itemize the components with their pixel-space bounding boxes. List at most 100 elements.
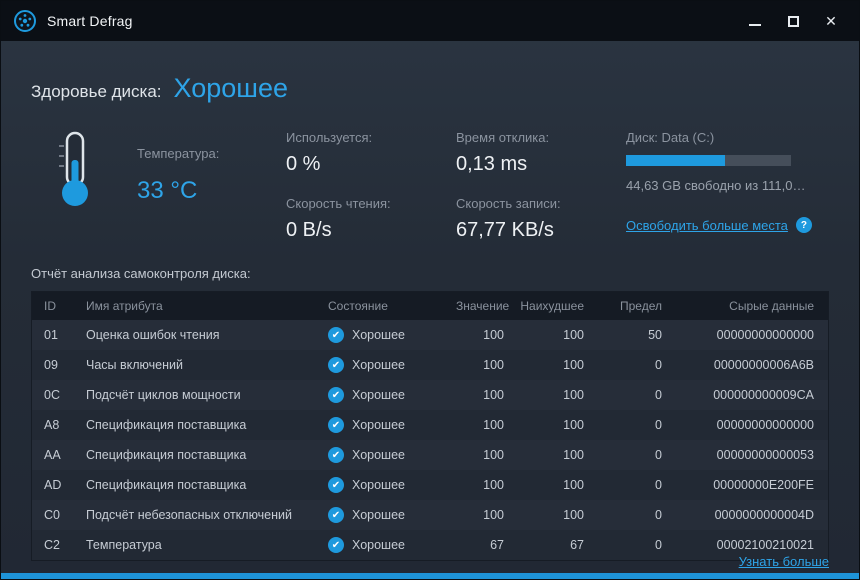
main-content: Здоровье диска: Хорошее Температура: 33 … xyxy=(1,41,859,579)
app-logo-icon xyxy=(13,9,37,33)
maximize-button[interactable] xyxy=(777,8,809,34)
disk-health-label: Здоровье диска: xyxy=(31,82,162,101)
window-controls: ✕ xyxy=(739,8,847,34)
minimize-icon xyxy=(749,24,761,26)
stat-write-speed: Скорость записи: 67,77 KB/s xyxy=(456,196,626,242)
cell-value: 100 xyxy=(483,418,504,432)
minimize-button[interactable] xyxy=(739,8,771,34)
stats-row: Температура: 33 °C Используется: 0 % Ско… xyxy=(31,130,829,242)
status-good-check-icon: ✔ xyxy=(328,327,344,343)
cell-raw-data: 00000000000000 xyxy=(716,328,814,342)
status-good-check-icon: ✔ xyxy=(328,447,344,463)
status-good-check-icon: ✔ xyxy=(328,387,344,403)
status-text: Хорошее xyxy=(352,418,405,432)
cell-threshold: 0 xyxy=(655,418,662,432)
status-text: Хорошее xyxy=(352,508,405,522)
status-text: Хорошее xyxy=(352,388,405,402)
status-good-check-icon: ✔ xyxy=(328,417,344,433)
cell-raw-data: 0000000000004D xyxy=(714,508,814,522)
smart-defrag-window: Smart Defrag ✕ Здоровье диска: Хорошее Т… xyxy=(0,0,860,580)
stat-response-time-label: Время отклика: xyxy=(456,130,550,145)
status-text: Хорошее xyxy=(352,328,405,342)
free-more-space-link[interactable]: Освободить больше места xyxy=(626,218,788,233)
stat-read-speed: Скорость чтения: 0 B/s xyxy=(286,196,456,242)
cell-id: 0C xyxy=(44,388,60,402)
stat-used-value: 0 % xyxy=(286,153,321,175)
help-badge-icon[interactable]: ? xyxy=(795,217,812,233)
cell-worst: 100 xyxy=(563,508,584,522)
cell-attribute-name: Спецификация поставщика xyxy=(86,418,247,432)
cell-status: ✔ Хорошее xyxy=(322,507,450,523)
cell-status: ✔ Хорошее xyxy=(322,357,450,373)
maximize-icon xyxy=(787,15,799,27)
cell-raw-data: 00002100210021 xyxy=(716,538,814,552)
cell-attribute-name: Часы включений xyxy=(86,358,183,372)
status-text: Хорошее xyxy=(352,478,405,492)
learn-more-link[interactable]: Узнать больше xyxy=(739,554,829,569)
titlebar: Smart Defrag ✕ xyxy=(1,1,859,41)
cell-value: 100 xyxy=(483,358,504,372)
cell-worst: 100 xyxy=(563,478,584,492)
cell-id: 01 xyxy=(44,328,58,342)
cell-worst: 100 xyxy=(563,358,584,372)
cell-status: ✔ Хорошее xyxy=(322,477,450,493)
table-row: C2 Температура ✔ Хорошее 67 67 0 0000210… xyxy=(32,530,828,560)
smart-table: ID Имя атрибута Состояние Значение Наиху… xyxy=(31,291,829,561)
table-row: 01 Оценка ошибок чтения ✔ Хорошее 100 10… xyxy=(32,320,828,350)
cell-worst: 100 xyxy=(563,388,584,402)
cell-status: ✔ Хорошее xyxy=(322,327,450,343)
cell-attribute-name: Спецификация поставщика xyxy=(86,448,247,462)
cell-worst: 67 xyxy=(570,538,584,552)
close-button[interactable]: ✕ xyxy=(815,8,847,34)
bottom-accent-strip xyxy=(1,573,859,579)
disk-free-text: 44,63 GB свободно из 111,0… xyxy=(626,178,806,193)
disk-health-value: Хорошее xyxy=(173,73,288,103)
cell-id: AA xyxy=(44,448,61,462)
cell-raw-data: 00000000006A6B xyxy=(713,358,814,372)
cell-threshold: 0 xyxy=(655,538,662,552)
temperature-block: Температура: 33 °C xyxy=(137,146,219,205)
col-header-threshold: Предел xyxy=(620,299,662,313)
cell-value: 100 xyxy=(483,448,504,462)
table-row: AA Спецификация поставщика ✔ Хорошее 100… xyxy=(32,440,828,470)
temperature-label: Температура: xyxy=(137,146,220,161)
status-good-check-icon: ✔ xyxy=(328,507,344,523)
table-row: 09 Часы включений ✔ Хорошее 100 100 0 00… xyxy=(32,350,828,380)
col-header-id: ID xyxy=(44,299,56,313)
cell-worst: 100 xyxy=(563,418,584,432)
cell-status: ✔ Хорошее xyxy=(322,387,450,403)
cell-threshold: 0 xyxy=(655,448,662,462)
temperature-column: Температура: 33 °C xyxy=(31,130,286,242)
disk-column: Диск: Data (C:) 44,63 GB свободно из 111… xyxy=(626,130,829,242)
status-text: Хорошее xyxy=(352,538,405,552)
col-header-raw: Сырые данные xyxy=(729,299,814,313)
disk-usage-fill xyxy=(626,155,725,166)
cell-attribute-name: Оценка ошибок чтения xyxy=(86,328,220,342)
cell-id: C0 xyxy=(44,508,60,522)
smart-table-body: 01 Оценка ошибок чтения ✔ Хорошее 100 10… xyxy=(32,320,828,560)
stat-column-a: Используется: 0 % Скорость чтения: 0 B/s xyxy=(286,130,456,242)
status-good-check-icon: ✔ xyxy=(328,477,344,493)
status-text: Хорошее xyxy=(352,358,405,372)
stat-used: Используется: 0 % xyxy=(286,130,456,176)
table-row: C0 Подсчёт небезопасных отключений ✔ Хор… xyxy=(32,500,828,530)
stat-response-time: Время отклика: 0,13 ms xyxy=(456,130,626,176)
cell-id: AD xyxy=(44,478,62,492)
col-header-value: Значение xyxy=(456,299,510,313)
table-row: 0C Подсчёт циклов мощности ✔ Хорошее 100… xyxy=(32,380,828,410)
table-row: AD Спецификация поставщика ✔ Хорошее 100… xyxy=(32,470,828,500)
cell-value: 100 xyxy=(483,478,504,492)
cell-raw-data: 000000000009CA xyxy=(713,388,814,402)
cell-value: 100 xyxy=(483,328,504,342)
cell-attribute-name: Температура xyxy=(86,538,162,552)
status-text: Хорошее xyxy=(352,448,405,462)
cell-threshold: 0 xyxy=(655,478,662,492)
stat-write-speed-label: Скорость записи: xyxy=(456,196,561,211)
smart-table-header: ID Имя атрибута Состояние Значение Наиху… xyxy=(32,292,828,320)
col-header-worst: Наихудшее xyxy=(520,299,584,313)
cell-id: 09 xyxy=(44,358,58,372)
window-title: Smart Defrag xyxy=(47,13,133,29)
cell-value: 67 xyxy=(490,538,504,552)
temperature-value: 33 °C xyxy=(137,177,198,204)
cell-attribute-name: Подсчёт циклов мощности xyxy=(86,388,241,402)
